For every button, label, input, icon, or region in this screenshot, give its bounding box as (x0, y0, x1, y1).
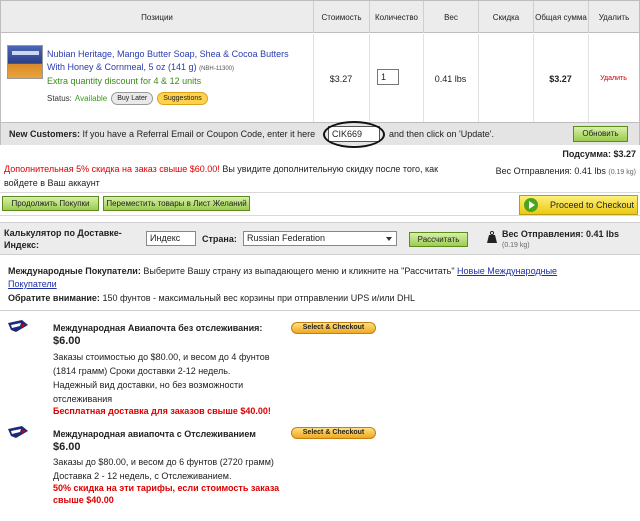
quantity-discount-note: Extra quantity discount for 4 & 12 units (47, 76, 202, 86)
item-total: $3.27 (549, 74, 572, 84)
header-discount: Скидка (478, 1, 533, 33)
calculator-weight-value: 0.41 lbs (586, 229, 620, 239)
promo-message: Дополнительная 5% скидка на заказ свыше … (4, 162, 444, 190)
international-text: Выберите Вашу страну из выпадающего меню… (143, 266, 455, 276)
country-label: Страна: (202, 234, 237, 244)
calculator-weight-kg: (0.19 kg) (502, 242, 530, 249)
shipping-option-price: $6.00 (53, 441, 81, 453)
subtotal-value: $3.27 (613, 149, 636, 159)
column-divider (369, 34, 370, 122)
proceed-to-checkout-button[interactable]: Proceed to Checkout (519, 195, 638, 215)
select-and-checkout-button[interactable]: Select & Checkout (291, 427, 376, 439)
header-remove: Удалить (588, 1, 639, 33)
cart-table: Позиции Стоимость Количество Вес Скидка … (0, 0, 640, 148)
subtotal-label: Подсумма: (562, 149, 611, 159)
coupon-bar: New Customers: If you have a Referral Em… (1, 121, 639, 148)
calculator-label: Калькулятор по Доставке- Индекс: (4, 228, 122, 250)
note-bold: Обратите внимание: (8, 293, 100, 303)
chevron-down-icon (386, 237, 392, 241)
international-info: Международные Покупатели: Выберите Вашу … (8, 265, 608, 291)
status-value: Available (74, 94, 108, 103)
subtotal: Подсумма: $3.27 (562, 149, 636, 159)
usps-eagle-icon (8, 426, 28, 438)
shipping-option-promo: Бесплатная доставка для заказов свыше $4… (53, 406, 271, 416)
weight-icon (487, 231, 497, 243)
select-and-checkout-button[interactable]: Select & Checkout (291, 322, 376, 334)
update-button[interactable]: Обновить (573, 126, 628, 142)
calculator-weight-label: Вес Отправления: (502, 229, 584, 239)
header-weight: Вес (423, 1, 478, 33)
shipping-weight-label: Вес Отправления: (495, 166, 572, 176)
product-code: (NBH-11300) (199, 66, 234, 72)
divider (0, 310, 640, 311)
cart-actions: Продолжить Покупки Переместить товары в … (0, 192, 640, 216)
desc-line: (1814 грамм) Сроки доставки 2-12 недель. (53, 366, 231, 376)
item-weight: 0.41 lbs (434, 74, 467, 84)
header-quantity: Количество (369, 1, 423, 33)
header-price: Стоимость (313, 1, 369, 33)
coupon-label-text: If you have a Referral Email or Coupon C… (82, 129, 316, 139)
shipping-weight: Вес Отправления: 0.41 lbs (0.19 kg) (496, 166, 636, 176)
note-text: 150 фунтов - максимальный вес корзины пр… (102, 293, 416, 303)
highlight-circle (323, 121, 385, 148)
desc-line: Заказы до $80.00, и весом до 6 фунтов (2… (53, 457, 274, 467)
shipping-option-desc: Заказы стоимостью до $80.00, и весом до … (53, 350, 293, 406)
shipping-option-title: Международная авиапочта с Отслеживанием (53, 429, 256, 439)
continue-shopping-button[interactable]: Продолжить Покупки (2, 196, 99, 211)
calculate-button[interactable]: Рассчитать (409, 232, 468, 247)
header-items: Позиции (141, 12, 173, 22)
proceed-to-checkout-label: Proceed to Checkout (550, 200, 635, 210)
move-to-wishlist-button[interactable]: Переместить товары в Лист Желаний (103, 196, 250, 211)
header-total: Общая сумма (533, 1, 588, 33)
buy-later-button[interactable]: Buy Later (111, 92, 154, 105)
item-price: $3.27 (329, 74, 353, 84)
remove-link[interactable]: Удалить (588, 75, 639, 82)
promo-red-text: Дополнительная 5% скидка на заказ свыше … (4, 164, 220, 174)
column-divider (478, 34, 479, 122)
suggestions-button[interactable]: Suggestions (157, 92, 208, 105)
stock-status: Status: Available Buy Later Suggestions (47, 92, 208, 105)
product-name-link[interactable]: Nubian Heritage, Mango Butter Soap, Shea… (47, 48, 309, 76)
international-bold: Международные Покупатели: (8, 266, 141, 276)
shipping-option-price: $6.00 (53, 335, 81, 347)
coupon-after-text: and then click on 'Update'. (389, 129, 495, 139)
status-label: Status: (47, 94, 72, 103)
desc-line: отслеживания (53, 394, 113, 404)
usps-eagle-icon (8, 320, 28, 332)
shipping-option-desc: Заказы до $80.00, и весом до 6 фунтов (2… (53, 455, 293, 483)
cart-item-row: Nubian Heritage, Mango Butter Soap, Shea… (1, 34, 639, 122)
shipping-option-title: Международная Авиапочта без отслеживания… (53, 323, 263, 333)
shipping-calculator: Калькулятор по Доставке- Индекс: Индекс … (0, 222, 640, 255)
country-select[interactable]: Russian Federation (243, 231, 397, 246)
product-image[interactable] (7, 45, 43, 79)
shipping-option-promo: 50% скидка на эти тарифы, если стоимость… (53, 483, 280, 505)
coupon-label-bold: New Customers: (9, 129, 81, 139)
quantity-input[interactable]: 1 (377, 69, 399, 85)
zip-input[interactable]: Индекс (146, 231, 196, 246)
product-name: Nubian Heritage, Mango Butter Soap, Shea… (47, 49, 289, 72)
shipping-weight-value: 0.41 lbs (574, 166, 606, 176)
weight-note: Обратите внимание: 150 фунтов - максимал… (8, 293, 415, 303)
calculator-weight: Вес Отправления: 0.41 lbs (0.19 kg) (502, 228, 619, 252)
shipping-weight-kg: (0.19 kg) (608, 169, 636, 176)
coupon-label: New Customers: If you have a Referral Em… (9, 129, 315, 139)
cart-table-header: Позиции Стоимость Количество Вес Скидка … (1, 1, 639, 33)
desc-line: Заказы стоимостью до $80.00, и весом до … (53, 352, 270, 362)
play-icon (524, 198, 538, 212)
desc-line: Доставка 2 - 12 недель, с Отслеживанием. (53, 471, 232, 481)
country-value: Russian Federation (247, 233, 326, 243)
desc-line: Надежный вид доставки, но без возможност… (53, 380, 244, 390)
